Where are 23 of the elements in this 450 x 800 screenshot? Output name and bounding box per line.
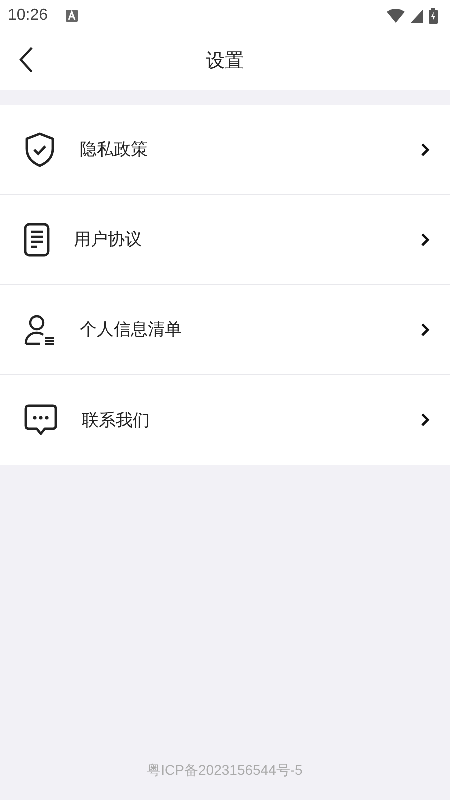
- chevron-right-icon: [421, 413, 430, 427]
- page-title: 设置: [206, 49, 244, 74]
- battery-icon: [429, 8, 438, 24]
- menu-label: 用户协议: [74, 229, 143, 251]
- document-icon: [24, 222, 50, 256]
- chevron-right-icon: [421, 322, 430, 336]
- menu-label: 隐私政策: [80, 139, 149, 161]
- chat-bubble-icon: [24, 404, 58, 436]
- menu-item[interactable]: 个人信息清单: [0, 285, 450, 375]
- menu-label: 个人信息清单: [80, 319, 183, 341]
- wifi-icon: [387, 9, 405, 23]
- status-time: 10:26: [8, 7, 48, 25]
- icp-license-text: 粤ICP备2023156544号-5: [147, 762, 303, 780]
- signal-icon: [411, 10, 423, 22]
- shield-check-icon: [24, 132, 56, 168]
- chevron-right-icon: [421, 142, 430, 156]
- person-list-icon: [24, 314, 56, 346]
- notification-icon: [66, 10, 78, 22]
- menu-item[interactable]: 联系我们: [0, 375, 450, 465]
- menu-label: 联系我们: [82, 410, 151, 432]
- chevron-right-icon: [421, 232, 430, 246]
- menu-item[interactable]: 用户协议: [0, 195, 450, 285]
- menu-item[interactable]: 隐私政策: [0, 105, 450, 195]
